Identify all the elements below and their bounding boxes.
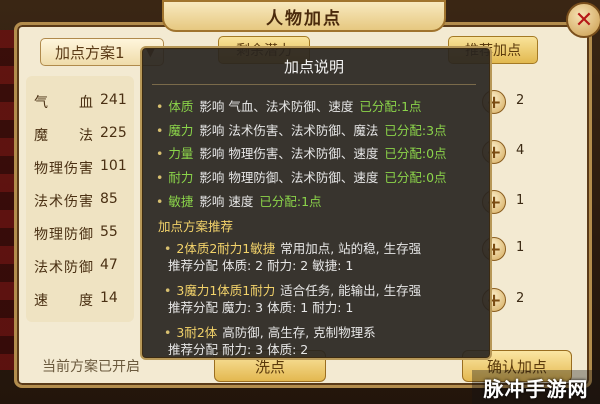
attribute-line: • 敏捷 影响 速度 已分配:1点 (156, 191, 322, 210)
attribute-desc: 影响 气血、法术防御、速度 (199, 99, 354, 114)
point-value: 4 (516, 143, 525, 158)
attribute-line: • 耐力 影响 物理防御、法术防御、速度 已分配:0点 (156, 167, 447, 186)
stat-label: 物理伤害 (34, 161, 94, 177)
stat-label: 法术伤害 (34, 194, 94, 210)
attribute-allocated: 已分配:3点 (384, 123, 447, 138)
attribute-allocated: 已分配:0点 (384, 146, 447, 161)
stat-value: 241 (100, 92, 127, 108)
window-title: 人物加点 (266, 8, 342, 29)
stat-label: 气 血 (34, 95, 94, 111)
bullet-icon: • (156, 123, 164, 138)
bullet-icon: • (156, 170, 164, 185)
plan-name: 2体质2耐力1敏捷 (176, 241, 276, 256)
recommend-heading: 加点方案推荐 (158, 219, 234, 234)
plan-desc: 常用加点, 站的稳, 生存强 (280, 241, 422, 256)
point-value: 2 (516, 291, 525, 306)
plan-detail: 推荐分配 耐力: 3 体质: 2 (168, 342, 309, 357)
close-icon: ✕ (574, 7, 594, 33)
attribute-name: 敏捷 (168, 194, 194, 209)
stat-label: 法术防御 (34, 260, 94, 276)
plan-detail: 推荐分配 魔力: 3 体质: 1 耐力: 1 (168, 300, 354, 315)
attribute-name: 耐力 (168, 170, 194, 185)
stat-value: 225 (100, 125, 127, 141)
attribute-name: 体质 (168, 99, 194, 114)
site-watermark: 脉冲手游网 (472, 370, 600, 404)
stat-label: 速 度 (34, 293, 94, 309)
attribute-desc: 影响 物理防御、法术防御、速度 (199, 170, 379, 185)
attribute-line: • 力量 影响 物理伤害、法术防御、速度 已分配:0点 (156, 143, 447, 162)
bullet-icon: • (164, 241, 172, 256)
bullet-icon: • (164, 325, 172, 340)
stat-value: 14 (100, 290, 118, 306)
window-title-plate: 人物加点 (162, 0, 446, 32)
attribute-line: • 魔力 影响 法术伤害、法术防御、魔法 已分配:3点 (156, 120, 447, 139)
stat-row-hp: 气 血 241 (34, 92, 134, 112)
attribute-desc: 影响 法术伤害、法术防御、魔法 (199, 123, 379, 138)
attribute-name: 力量 (168, 146, 194, 161)
attribute-desc: 影响 物理伤害、法术防御、速度 (199, 146, 379, 161)
stat-row-speed: 速 度 14 (34, 290, 134, 310)
point-value: 1 (516, 193, 525, 208)
plan-name: 3耐2体 (176, 325, 218, 340)
bullet-icon: • (156, 194, 164, 209)
plan-status-note: 当前方案已开启 (42, 359, 140, 375)
tooltip-title: 加点说明 (283, 58, 344, 76)
stat-row-magic-dmg: 法术伤害 85 (34, 191, 134, 211)
point-value: 2 (516, 93, 525, 108)
stat-row-mp: 魔 法 225 (34, 125, 134, 145)
stat-value: 85 (100, 191, 118, 207)
stat-value: 47 (100, 257, 118, 273)
attribute-desc: 影响 速度 (199, 194, 254, 209)
close-button[interactable]: ✕ (566, 2, 600, 38)
bullet-icon: • (156, 99, 164, 114)
plan-dropdown-value: 加点方案1 (55, 43, 125, 62)
attribute-allocated: 已分配:0点 (384, 170, 447, 185)
stat-value: 55 (100, 224, 118, 240)
plan-detail: 推荐分配 体质: 2 耐力: 2 敏捷: 1 (168, 258, 354, 273)
stat-value: 101 (100, 158, 127, 174)
plan-desc: 适合任务, 能输出, 生存强 (280, 283, 422, 298)
points-help-tooltip: 加点说明 • 体质 影响 气血、法术防御、速度 已分配:1点 • 魔力 影响 法术伤害、法… (140, 46, 492, 360)
stat-row-magic-def: 法术防御 47 (34, 257, 134, 277)
attribute-name: 魔力 (168, 123, 194, 138)
point-value: 1 (516, 240, 525, 255)
stat-row-phys-dmg: 物理伤害 101 (34, 158, 134, 178)
stat-row-phys-def: 物理防御 55 (34, 224, 134, 244)
attribute-line: • 体质 影响 气血、法术防御、速度 已分配:1点 (156, 96, 422, 115)
divider (152, 84, 476, 85)
stat-label: 魔 法 (34, 128, 94, 144)
plan-name: 3魔力1体质1耐力 (176, 283, 276, 298)
plan-desc: 高防御, 高生存, 克制物理系 (222, 325, 376, 340)
game-screen: 人物加点 ✕ 加点方案1 ▼ 气 血 241 魔 法 225 物理伤害 101 … (0, 0, 600, 404)
stat-label: 物理防御 (34, 227, 94, 243)
attribute-allocated: 已分配:1点 (259, 194, 322, 209)
bullet-icon: • (164, 283, 172, 298)
attribute-allocated: 已分配:1点 (359, 99, 422, 114)
bullet-icon: • (156, 146, 164, 161)
